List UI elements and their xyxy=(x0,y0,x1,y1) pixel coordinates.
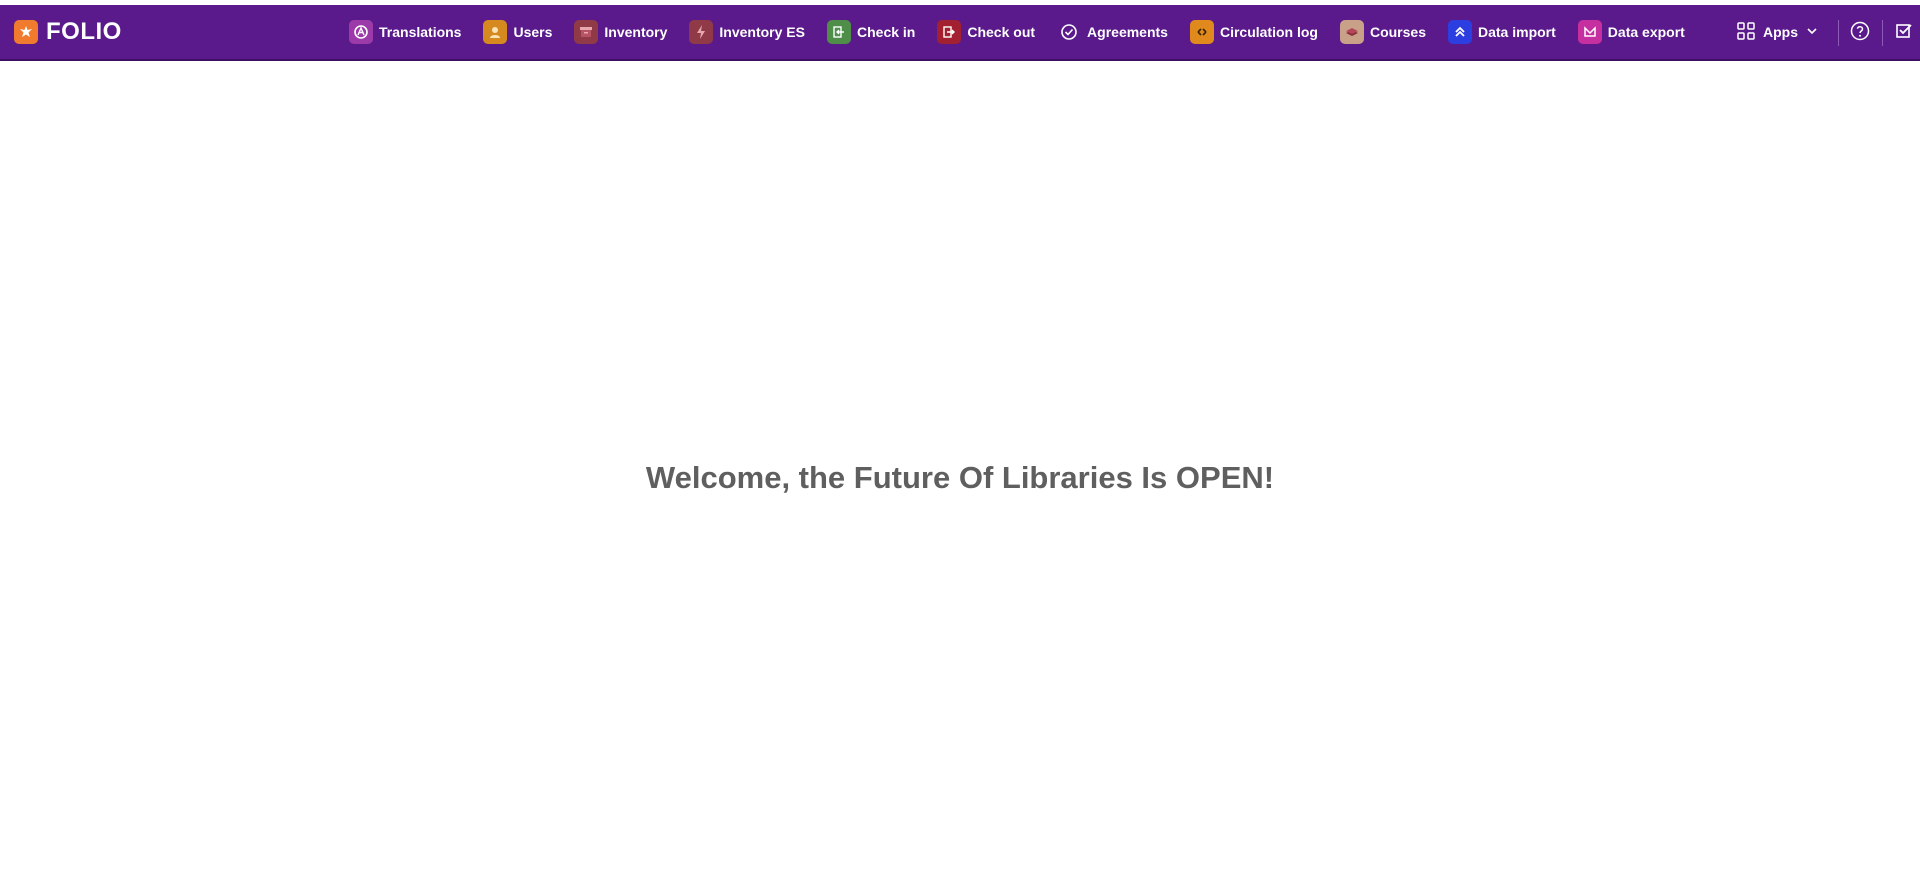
nav-app-users[interactable]: Users xyxy=(472,5,563,59)
nav-app-agreements[interactable]: Agreements xyxy=(1046,5,1179,59)
agreements-icon xyxy=(1057,20,1081,44)
apps-menu-button[interactable]: Apps xyxy=(1737,5,1818,59)
nav-app-label: Check out xyxy=(967,24,1036,40)
check-in-icon xyxy=(827,20,851,44)
tasks-button[interactable] xyxy=(1892,21,1916,45)
courses-icon xyxy=(1339,20,1364,44)
apps-grid-icon xyxy=(1737,21,1755,43)
nav-app-label: Courses xyxy=(1369,24,1426,40)
inventory-es-icon xyxy=(689,20,714,44)
nav-app-label: Agreements xyxy=(1087,24,1168,40)
nav-app-data-import[interactable]: Data import xyxy=(1437,5,1567,59)
folio-logo[interactable]: FOLIO xyxy=(14,5,122,59)
nav-app-label: Inventory xyxy=(604,24,668,40)
nav-app-label: Check in xyxy=(857,24,916,40)
app-list: Translations Users Inventory Inventory E… xyxy=(338,5,1696,59)
data-import-icon xyxy=(1448,20,1472,44)
check-out-icon xyxy=(937,20,962,44)
nav-app-label: Translations xyxy=(379,24,462,40)
nav-app-data-export[interactable]: Data export xyxy=(1567,5,1696,59)
help-button[interactable] xyxy=(1848,21,1872,45)
help-icon xyxy=(1850,21,1870,46)
inventory-icon xyxy=(574,20,599,44)
translations-icon xyxy=(349,20,373,44)
nav-app-label: Data export xyxy=(1607,24,1685,40)
welcome-heading: Welcome, the Future Of Libraries Is OPEN… xyxy=(645,460,1275,495)
nav-app-label: Data import xyxy=(1478,24,1556,40)
folio-logo-icon xyxy=(14,20,38,44)
nav-app-label: Users xyxy=(513,24,553,40)
users-icon xyxy=(483,20,508,44)
nav-app-check-in[interactable]: Check in xyxy=(816,5,926,59)
nav-app-courses[interactable]: Courses xyxy=(1329,5,1437,59)
nav-app-circulation-log[interactable]: Circulation log xyxy=(1179,5,1329,59)
main-navigation: FOLIO Translations Users Inventory Inven… xyxy=(0,5,1920,61)
nav-app-translations[interactable]: Translations xyxy=(338,5,472,59)
nav-divider xyxy=(1882,20,1883,46)
apps-menu-label: Apps xyxy=(1763,24,1798,40)
nav-app-check-out[interactable]: Check out xyxy=(926,5,1046,59)
circulation-log-icon xyxy=(1189,20,1214,44)
nav-app-inventory-es[interactable]: Inventory ES xyxy=(678,5,816,59)
folio-logo-text: FOLIO xyxy=(46,18,122,45)
nav-app-inventory[interactable]: Inventory xyxy=(563,5,678,59)
nav-divider xyxy=(1838,20,1839,46)
data-export-icon xyxy=(1577,20,1602,44)
nav-app-label: Circulation log xyxy=(1219,24,1318,40)
checkbox-checked-icon xyxy=(1895,22,1913,45)
nav-app-label: Inventory ES xyxy=(719,24,805,40)
chevron-down-icon xyxy=(1806,24,1818,40)
